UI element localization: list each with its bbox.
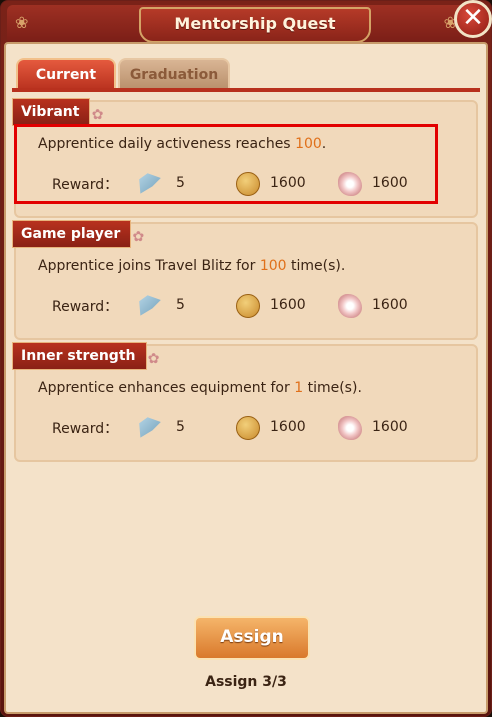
reward-row: Reward： 5 1600 1600 <box>52 294 456 318</box>
reward-value: 1600 <box>270 297 306 313</box>
tab-graduation[interactable]: Graduation <box>118 58 230 90</box>
reward-value: 1600 <box>270 419 306 435</box>
tab-divider <box>12 88 480 92</box>
fan-icon <box>139 295 161 316</box>
desc-text: Apprentice enhances equipment for <box>38 380 295 396</box>
blossom-icon <box>338 294 362 318</box>
quest-tag: Vibrant ✿ <box>12 98 103 126</box>
tab-current[interactable]: Current <box>16 58 116 90</box>
quest-tag-label: Game player <box>21 226 121 242</box>
assign-button[interactable]: Assign <box>194 616 310 660</box>
flower-ornament-icon: ❀ <box>15 13 29 32</box>
quest-card: Inner strength ✿ Apprentice enhances equ… <box>12 342 478 462</box>
reward-row: Reward： 5 1600 1600 <box>52 416 456 440</box>
quest-tag: Game player ✿ <box>12 220 144 248</box>
coin-icon <box>236 416 260 440</box>
desc-target-value: 100 <box>259 258 287 274</box>
desc-suffix: time(s). <box>286 258 346 274</box>
assign-status: Assign 3/3 <box>205 674 287 690</box>
quest-tag-label: Vibrant <box>21 104 80 120</box>
selection-highlight <box>14 124 438 204</box>
reward-value: 1600 <box>372 297 408 313</box>
flower-icon: ✿ <box>132 229 145 245</box>
reward-label: Reward： <box>52 421 119 437</box>
quest-tag: Inner strength ✿ <box>12 342 160 370</box>
quest-description: Apprentice enhances equipment for 1 time… <box>38 380 362 396</box>
blossom-icon <box>338 416 362 440</box>
reward-value: 5 <box>176 297 185 313</box>
quest-description: Apprentice joins Travel Blitz for 100 ti… <box>38 258 345 274</box>
coin-icon <box>236 294 260 318</box>
title-plate: Mentorship Quest <box>139 7 371 43</box>
desc-text: Apprentice joins Travel Blitz for <box>38 258 260 274</box>
reward-label: Reward： <box>52 299 119 315</box>
quest-tag-label: Inner strength <box>21 348 136 364</box>
desc-target-value: 1 <box>294 380 304 396</box>
reward-value: 1600 <box>372 419 408 435</box>
reward-value: 5 <box>176 419 185 435</box>
fan-icon <box>139 417 161 438</box>
desc-suffix: time(s). <box>303 380 362 396</box>
close-button[interactable]: ✕ <box>454 0 492 38</box>
window-title: Mentorship Quest <box>174 14 336 33</box>
flower-icon: ✿ <box>147 351 160 367</box>
quest-card: Game player ✿ Apprentice joins Travel Bl… <box>12 220 478 340</box>
window-header: ❀ Mentorship Quest ❀ <box>7 5 485 43</box>
